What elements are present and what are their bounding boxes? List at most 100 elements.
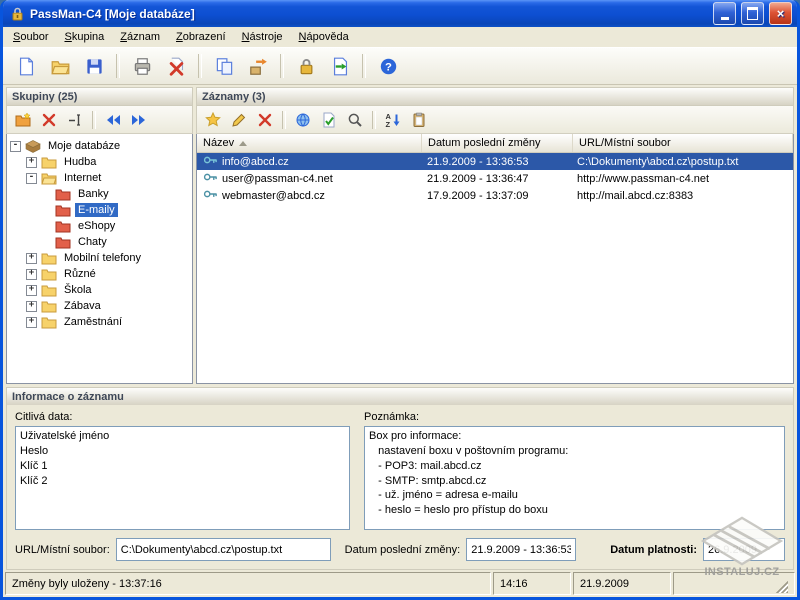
status-date: 21.9.2009: [573, 572, 671, 595]
menu-nastroje[interactable]: Nástroje: [234, 28, 291, 46]
records-toolbar: AZ: [196, 105, 794, 134]
folder-yellow-icon: [41, 315, 57, 329]
menu-soubor[interactable]: Soubor: [5, 28, 56, 46]
export-icon: [249, 57, 268, 76]
open-button[interactable]: [43, 51, 77, 81]
groups-header: Skupiny (25): [6, 87, 193, 105]
menu-zobrazeni[interactable]: Zobrazení: [168, 28, 234, 46]
clipboard-button[interactable]: [406, 108, 432, 131]
tree-item-zabava[interactable]: Zábava: [7, 298, 192, 314]
column-header-url[interactable]: URL/Místní soubor: [573, 134, 793, 152]
sort-indicator-icon: [239, 141, 247, 146]
validity-input[interactable]: [703, 538, 785, 561]
tree-item-label: Škola: [61, 283, 95, 297]
sensitive-data-label: Citlivá data:: [15, 411, 350, 423]
tree-item-mobilni-telefony[interactable]: Mobilní telefony: [7, 250, 192, 266]
open-icon: [51, 57, 70, 76]
tree-item-ruzne[interactable]: Různé: [7, 266, 192, 282]
tree-item-moje-databaze[interactable]: Moje databáze: [7, 138, 192, 154]
expand-expander-icon[interactable]: [26, 301, 37, 312]
record-date: 21.9.2009 - 13:36:53: [421, 156, 571, 168]
help-button[interactable]: ?: [371, 51, 405, 81]
column-header-datum[interactable]: Datum poslední změny: [422, 134, 573, 152]
folder-yellow-icon: [41, 283, 57, 297]
expand-all-button[interactable]: [126, 108, 152, 131]
clipboard-icon: [411, 112, 427, 128]
svg-text:?: ?: [385, 61, 392, 73]
expand-expander-icon[interactable]: [26, 317, 37, 328]
open-url-icon: [295, 112, 311, 128]
delete-button[interactable]: [159, 51, 193, 81]
tree-item-hudba[interactable]: Hudba: [7, 154, 192, 170]
table-row[interactable]: user@passman-c4.net 21.9.2009 - 13:36:47…: [197, 170, 793, 187]
export-button[interactable]: [241, 51, 275, 81]
save-button[interactable]: [77, 51, 111, 81]
title-bar[interactable]: PassMan-C4 [Moje databáze] ×: [3, 0, 797, 27]
rename-group-button[interactable]: [62, 108, 88, 131]
new-record-button[interactable]: [200, 108, 226, 131]
search-button[interactable]: [342, 108, 368, 131]
sort-az-button[interactable]: AZ: [380, 108, 406, 131]
resize-grip[interactable]: [776, 581, 788, 593]
record-date: 17.9.2009 - 13:37:09: [421, 190, 571, 202]
menu-zaznam[interactable]: Záznam: [112, 28, 168, 46]
toolbar-separator: [282, 111, 286, 129]
collapse-expander-icon[interactable]: [10, 141, 21, 152]
toolbar-separator: [280, 54, 284, 78]
lock-button[interactable]: [289, 51, 323, 81]
delete-record-button[interactable]: [252, 108, 278, 131]
collapse-all-button[interactable]: [100, 108, 126, 131]
minimize-icon: [721, 17, 729, 20]
url-input[interactable]: [116, 538, 331, 561]
expand-expander-icon[interactable]: [26, 157, 37, 168]
new-file-button[interactable]: [9, 51, 43, 81]
tree-item-internet[interactable]: Internet: [7, 170, 192, 186]
menu-skupina[interactable]: Skupina: [56, 28, 112, 46]
tree-item-label: Chaty: [75, 235, 110, 249]
expand-expander-icon[interactable]: [26, 269, 37, 280]
add-group-button[interactable]: [10, 108, 36, 131]
table-row[interactable]: webmaster@abcd.cz 17.9.2009 - 13:37:09 h…: [197, 187, 793, 204]
tree-item-eshopy[interactable]: eShopy: [7, 218, 192, 234]
delete-group-icon: [41, 112, 57, 128]
form-check-button[interactable]: [316, 108, 342, 131]
tree-item-label: eShopy: [75, 219, 118, 233]
column-header-nazev[interactable]: Název: [197, 134, 422, 152]
maximize-button[interactable]: [741, 2, 764, 25]
key-icon: [203, 188, 218, 203]
close-button[interactable]: ×: [769, 2, 792, 25]
main-area: Skupiny (25) Moje databáze Hudba: [3, 85, 797, 387]
menu-bar: Soubor Skupina Záznam Zobrazení Nástroje…: [3, 27, 797, 47]
tree-item-banky[interactable]: Banky: [7, 186, 192, 202]
toolbar-separator: [198, 54, 202, 78]
delete-group-button[interactable]: [36, 108, 62, 131]
table-row[interactable]: info@abcd.cz 21.9.2009 - 13:36:53 C:\Dok…: [197, 153, 793, 170]
groups-panel: Skupiny (25) Moje databáze Hudba: [6, 87, 193, 384]
tree-item-emaily[interactable]: E-maily: [7, 202, 192, 218]
note-textarea[interactable]: Box pro informace: nastavení boxu v pošt…: [364, 426, 785, 530]
records-panel: Záznamy (3) AZ Název Datum poslední změn…: [196, 87, 794, 384]
copy-button[interactable]: [207, 51, 241, 81]
main-toolbar: ?: [3, 47, 797, 85]
edit-record-button[interactable]: [226, 108, 252, 131]
expand-expander-icon[interactable]: [26, 253, 37, 264]
import-icon: [331, 57, 350, 76]
tree-item-zamestnani[interactable]: Zaměstnání: [7, 314, 192, 330]
collapse-expander-icon[interactable]: [26, 173, 37, 184]
validity-label: Datum platnosti:: [610, 544, 697, 556]
collapse-all-icon: [105, 112, 121, 128]
print-button[interactable]: [125, 51, 159, 81]
menu-napoveda[interactable]: Nápověda: [291, 28, 357, 46]
records-header: Záznamy (3): [196, 87, 794, 105]
last-change-input[interactable]: [466, 538, 576, 561]
minimize-button[interactable]: [713, 2, 736, 25]
tree-item-chaty[interactable]: Chaty: [7, 234, 192, 250]
import-button[interactable]: [323, 51, 357, 81]
app-window: PassMan-C4 [Moje databáze] × Soubor Skup…: [0, 0, 800, 600]
open-url-button[interactable]: [290, 108, 316, 131]
tree-item-skola[interactable]: Škola: [7, 282, 192, 298]
sensitive-data-textarea[interactable]: Uživatelské jméno Heslo Klíč 1 Klíč 2: [15, 426, 350, 530]
status-bar: Změny byly uloženy - 13:37:16 14:16 21.9…: [3, 570, 797, 597]
expand-expander-icon[interactable]: [26, 285, 37, 296]
help-icon: ?: [379, 57, 398, 76]
